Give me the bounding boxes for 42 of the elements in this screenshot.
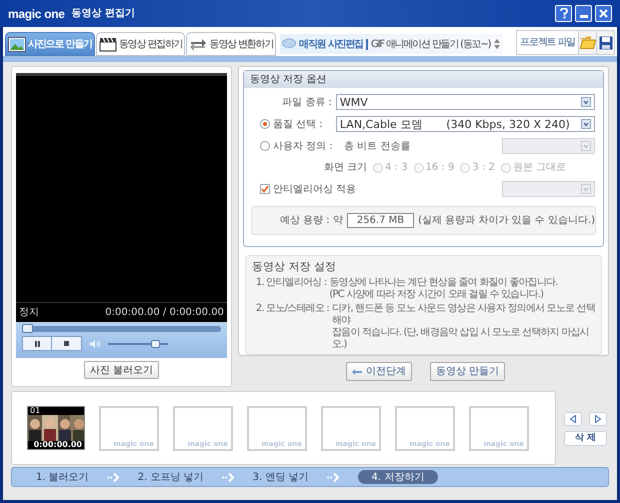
clip-duration: 0:00:00.00 bbox=[34, 440, 82, 449]
clip-number: 01 bbox=[30, 407, 40, 415]
load-photos-button[interactable]: 사진 불러오기 bbox=[84, 361, 160, 379]
info-term: 1. 안티엘리어싱 : bbox=[254, 277, 326, 290]
info-term: 2. 모노/스테레오 : bbox=[254, 303, 329, 316]
file-type-select[interactable]: WMV bbox=[336, 94, 595, 110]
field-label: 품질 선택 : bbox=[272, 118, 323, 132]
bitrate-label: 총 비트 전송률 bbox=[344, 140, 410, 154]
promo-brand: 매직원 사진편집 bbox=[299, 38, 363, 52]
info-text: (PC 사양에 따라 저장 시간이 오래 걸릴 수 있습니다.) bbox=[329, 289, 544, 301]
screen-size-label: 화면 크기 bbox=[324, 161, 368, 175]
quality-select[interactable]: LAN,Cable 모뎀 (340 Kbps, 320 X 240) bbox=[336, 116, 595, 132]
step-label: 1. 불러오기 bbox=[36, 470, 89, 484]
tab[interactable]: 동영상 변환하기 bbox=[186, 32, 276, 56]
estimate-note: (실제 용량과 차이가 있을 수 있습니다.) bbox=[418, 214, 595, 228]
panel-title: 동영상 저장 옵션 bbox=[250, 73, 326, 87]
promo-select[interactable]: GIF 애니메이션 만들기 (동꼬~) bbox=[370, 36, 500, 52]
tab[interactable]: 동영상 편집하기 bbox=[96, 32, 186, 56]
aspect-option: 4 : 3 bbox=[385, 160, 408, 175]
clip-thumbnail[interactable]: 01 0:00:00.00 bbox=[27, 406, 85, 450]
aspect-option: 3 : 2 bbox=[472, 160, 495, 175]
step-label: 4. 저장하기 bbox=[358, 470, 438, 484]
create-video-button[interactable]: 동영상 만들기 bbox=[430, 362, 506, 381]
playback-status: 정지 bbox=[19, 306, 39, 320]
app-logo: magic one bbox=[8, 6, 65, 22]
step-label: 2. 오프닝 넣기 bbox=[138, 470, 204, 484]
info-text: 디카, 핸드폰 등 모노 사운드 영상은 사용자 정의에서 모노로 선택해야 bbox=[332, 303, 596, 327]
estimate-value: 256.7 MB bbox=[346, 213, 414, 228]
previous-step-button[interactable]: 이전단계 bbox=[346, 362, 412, 381]
info-text: 잡음이 적습니다. (단, 배경음악 삽입 시 모노로 선택하지 마십시오.) bbox=[332, 327, 590, 351]
antialias-label: 안티엘리어싱 적용 bbox=[272, 182, 356, 196]
delete-button[interactable]: 삭 제 bbox=[564, 431, 607, 446]
window-title: 동영상 편집기 bbox=[72, 7, 136, 21]
estimate-label: 예상 용량 : 약 bbox=[280, 214, 343, 228]
field-label: 파일 종류 : bbox=[281, 96, 333, 110]
field-label: 사용자 정의 : bbox=[272, 140, 333, 154]
info-title: 동영상 저장 설정 bbox=[252, 258, 337, 274]
aspect-option: 16 : 9 bbox=[426, 160, 454, 175]
step-label: 3. 엔딩 넣기 bbox=[252, 470, 309, 484]
playback-time: 0:00:00.00 / 0:00:00.00 bbox=[105, 306, 224, 320]
aspect-option: 원본 그대로 bbox=[512, 160, 566, 175]
info-text: 동영상에 나타나는 계단 현상을 줄여 화질이 좋아집니다. bbox=[329, 277, 559, 289]
